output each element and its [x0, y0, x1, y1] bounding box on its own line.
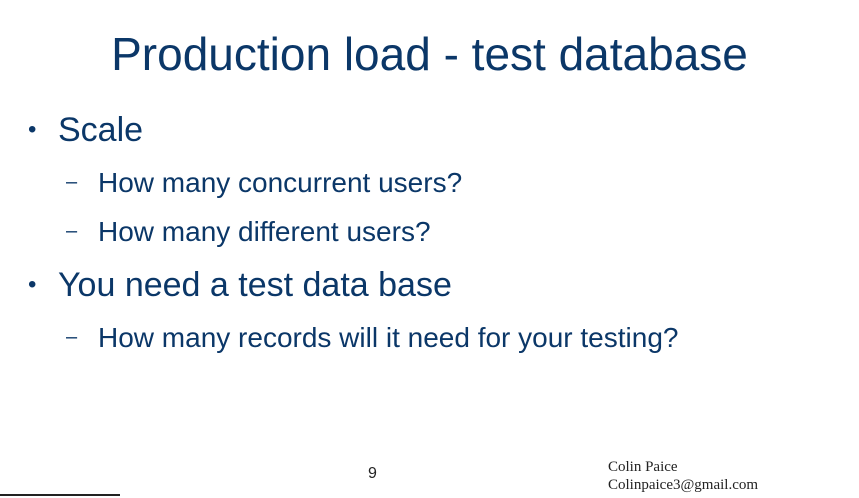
subitem-glyph: – [66, 171, 78, 193]
bullet-text: You need a test data base [58, 266, 452, 304]
subitem: – How many different users? [66, 214, 431, 249]
subitem-glyph: – [66, 220, 78, 242]
author-email: Colinpaice3@gmail.com [608, 477, 759, 493]
bullet-glyph: • [28, 116, 37, 143]
bullet-glyph: • [28, 271, 37, 298]
subitem-glyph: – [66, 326, 78, 348]
page-number: 9 [368, 465, 377, 482]
bullet-item: • Scale [28, 110, 143, 150]
slide-title: Production load - test database [111, 28, 748, 80]
subitem-text: How many different users? [98, 216, 431, 247]
slide: Production load - test database • Scale –… [0, 0, 859, 498]
author-name: Colin Paice [608, 459, 678, 475]
bottom-divider [0, 494, 120, 496]
author-footer: Colin Paice Colinpaice3@gmail.com [608, 458, 758, 494]
subitem: – How many records will it need for your … [66, 320, 678, 355]
subitem-text: How many concurrent users? [98, 167, 463, 198]
subitem-text: How many records will it need for your t… [98, 322, 679, 353]
bullet-text: Scale [58, 111, 144, 149]
bullet-item: • You need a test data base [28, 265, 452, 305]
subitem: – How many concurrent users? [66, 165, 462, 200]
